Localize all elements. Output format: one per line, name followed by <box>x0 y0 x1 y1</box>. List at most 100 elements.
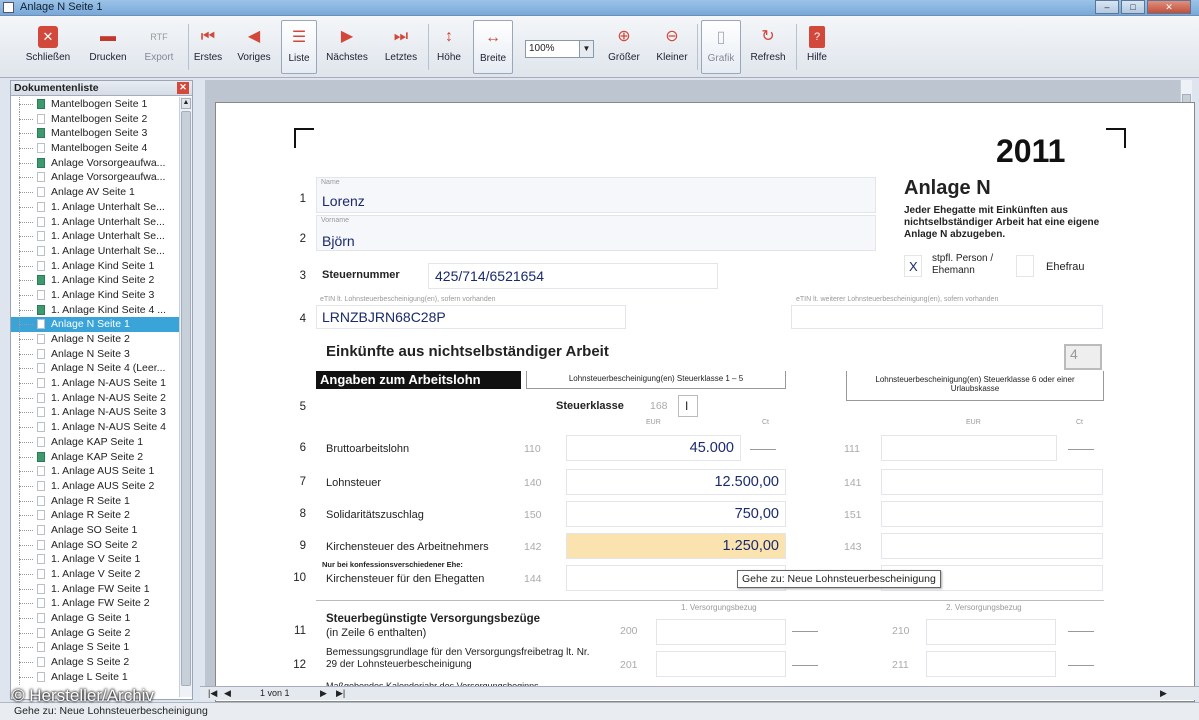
steuernummer-field[interactable]: 425/714/6521654 <box>428 263 718 289</box>
vorname-field[interactable]: Vorname Björn <box>316 215 876 251</box>
help-button[interactable]: ? Hilfe <box>800 20 834 74</box>
toolbar: ✕ Schließen ▬ Drucken RTF Export ⏮ Erstes ◀ V… <box>0 16 1199 78</box>
list-item[interactable]: Anlage KAP Seite 2 <box>11 449 179 465</box>
steuerklasse-field[interactable]: I <box>678 395 698 417</box>
next-button[interactable]: ▶ Nächstes <box>322 20 372 74</box>
list-item[interactable]: 1. Anlage Unterhalt Se... <box>11 243 179 259</box>
kennzahl: 141 <box>844 477 862 489</box>
list-item[interactable]: 1. Anlage FW Seite 1 <box>11 581 179 597</box>
list-item[interactable]: Anlage N Seite 1 <box>11 317 179 333</box>
list-item[interactable]: Mantelbogen Seite 1 <box>11 97 179 112</box>
list-button[interactable]: ☰ Liste <box>281 20 317 74</box>
amount-field[interactable]: 750,00 <box>566 501 786 527</box>
page-icon <box>37 569 45 579</box>
list-item[interactable]: Anlage G Seite 1 <box>11 611 179 627</box>
list-item[interactable]: Anlage KAP Seite 1 <box>11 434 179 450</box>
next-page-icon[interactable]: ▶ <box>320 688 327 699</box>
bemessung2-field[interactable] <box>926 651 1056 677</box>
amount-field-2[interactable] <box>881 501 1103 527</box>
close-panel-icon[interactable]: ✕ <box>177 82 189 94</box>
fit-height-button[interactable]: ↕ Höhe <box>432 20 466 74</box>
export-button[interactable]: RTF Export <box>138 20 180 74</box>
list-item[interactable]: 1. Anlage Unterhalt Se... <box>11 214 179 230</box>
close-button[interactable]: ✕ Schließen <box>22 20 74 74</box>
first-page-icon[interactable]: |◀ <box>208 688 217 699</box>
amount-field[interactable]: 45.000 <box>566 435 741 461</box>
page-icon <box>37 466 45 477</box>
list-icon: ☰ <box>291 29 307 46</box>
list-item[interactable]: 1. Anlage N-AUS Seite 1 <box>11 376 179 392</box>
zoom-select[interactable]: 100% ▼ <box>525 40 594 58</box>
list-item[interactable]: 1. Anlage AUS Seite 1 <box>11 464 179 480</box>
list-item[interactable]: Anlage Vorsorgeaufwa... <box>11 170 179 186</box>
list-item[interactable]: Mantelbogen Seite 4 <box>11 141 179 157</box>
bemessung1-field[interactable] <box>656 651 786 677</box>
list-item[interactable]: 1. Anlage N-AUS Seite 4 <box>11 420 179 436</box>
list-item[interactable]: Anlage SO Seite 1 <box>11 522 179 538</box>
list-item[interactable]: Anlage Vorsorgeaufwa... <box>11 155 179 171</box>
amount-field[interactable]: 12.500,00 <box>566 469 786 495</box>
list-item[interactable]: 1. Anlage Kind Seite 3 <box>11 287 179 303</box>
scroll-up-icon[interactable]: ▲ <box>181 98 191 109</box>
list-item[interactable]: 1. Anlage N-AUS Seite 2 <box>11 390 179 406</box>
list-item[interactable]: 1. Anlage Unterhalt Se... <box>11 229 179 245</box>
list-item[interactable]: 1. Anlage V Seite 1 <box>11 552 179 568</box>
list-item[interactable]: Anlage N Seite 4 (Leer... <box>11 361 179 377</box>
maximize-button[interactable]: □ <box>1121 0 1145 14</box>
page-icon <box>37 113 45 124</box>
amount-field[interactable]: 1.250,00 <box>566 533 786 559</box>
versorgung1-field[interactable] <box>656 619 786 645</box>
list-item[interactable]: 1. Anlage FW Seite 2 <box>11 596 179 612</box>
amount-field-2[interactable] <box>881 469 1103 495</box>
last-button[interactable]: ⏭ Letztes <box>380 20 422 74</box>
page-icon <box>37 260 45 271</box>
minimize-button[interactable]: – <box>1095 0 1119 14</box>
list-item[interactable]: 1. Anlage Kind Seite 2 <box>11 273 179 289</box>
print-button[interactable]: ▬ Drucken <box>82 20 134 74</box>
last-page-icon[interactable]: ▶| <box>336 688 345 699</box>
zoom-out-button[interactable]: ⊖ Kleiner <box>652 20 692 74</box>
etin2-field[interactable] <box>791 305 1103 329</box>
list-item[interactable]: Anlage N Seite 2 <box>11 332 179 347</box>
list-item[interactable]: 1. Anlage N-AUS Seite 3 <box>11 405 179 421</box>
list-item[interactable]: Anlage S Seite 2 <box>11 655 179 671</box>
list-item[interactable]: Mantelbogen Seite 3 <box>11 126 179 142</box>
list-item[interactable]: Anlage G Seite 2 <box>11 625 179 641</box>
page-icon <box>37 657 45 668</box>
etin-field[interactable]: LRNZBJRN68C28P <box>316 305 626 329</box>
versorgung2-field[interactable] <box>926 619 1056 645</box>
document-list-panel: Dokumentenliste ✕ Mantelbogen Seite 1 Mant… <box>10 80 193 700</box>
prev-page-icon[interactable]: ◀ <box>224 688 231 699</box>
amount-field-2[interactable] <box>881 435 1057 461</box>
list-item[interactable]: Anlage AV Seite 1 <box>11 185 179 201</box>
form-title: Anlage N <box>904 177 991 199</box>
list-item[interactable]: Anlage L Seite 1 <box>11 669 179 685</box>
scrollbar-thumb[interactable] <box>181 111 191 686</box>
first-button[interactable]: ⏮ Erstes <box>190 20 226 74</box>
previous-button[interactable]: ◀ Voriges <box>234 20 274 74</box>
graphic-button[interactable]: ▯ Grafik <box>701 20 741 74</box>
list-item[interactable]: 1. Anlage Kind Seite 4 ... <box>11 302 179 318</box>
scroll-right-icon[interactable]: ▶ <box>1160 688 1167 699</box>
ehefrau-checkbox[interactable] <box>1016 255 1034 277</box>
list-item[interactable]: Anlage R Seite 2 <box>11 508 179 524</box>
amount-field-2[interactable] <box>881 533 1103 559</box>
close-window-button[interactable]: ✕ <box>1147 0 1191 14</box>
list-item[interactable]: Anlage S Seite 1 <box>11 640 179 656</box>
list-item[interactable]: Anlage N Seite 3 <box>11 346 179 362</box>
sidebar-scrollbar[interactable]: ▲ <box>179 97 192 697</box>
name-field[interactable]: Name Lorenz <box>316 177 876 213</box>
refresh-button[interactable]: ↻ Refresh <box>746 20 790 74</box>
list-item[interactable]: Anlage R Seite 1 <box>11 493 179 509</box>
list-item[interactable]: Mantelbogen Seite 2 <box>11 111 179 127</box>
fit-width-button[interactable]: ↔ Breite <box>473 20 513 74</box>
zoom-in-button[interactable]: ⊕ Größer <box>604 20 644 74</box>
list-item[interactable]: Anlage SO Seite 2 <box>11 537 179 553</box>
list-item[interactable]: 1. Anlage AUS Seite 2 <box>11 478 179 494</box>
person-checkbox[interactable]: X <box>904 255 922 277</box>
cents-dash <box>750 449 776 450</box>
list-item[interactable]: 1. Anlage Unterhalt Se... <box>11 199 179 215</box>
eur-label: EUR <box>646 419 661 426</box>
list-item[interactable]: 1. Anlage Kind Seite 1 <box>11 258 179 274</box>
list-item[interactable]: 1. Anlage V Seite 2 <box>11 567 179 582</box>
